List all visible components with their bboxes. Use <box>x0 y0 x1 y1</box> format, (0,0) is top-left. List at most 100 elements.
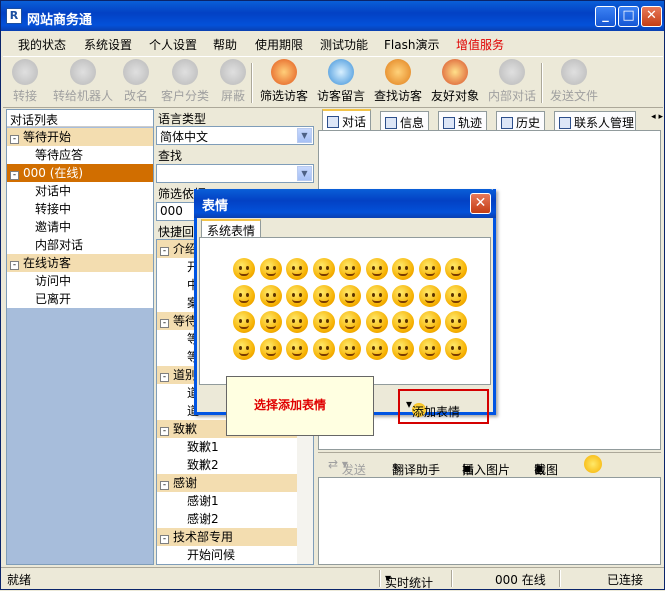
emoticon-icon[interactable] <box>365 337 388 360</box>
quick-reply-item[interactable]: 致歉1 <box>157 438 297 456</box>
collapse-icon[interactable]: - <box>160 247 169 256</box>
quick-reply-item[interactable]: 开始问候 <box>157 546 297 564</box>
tree-item[interactable]: 转接中 <box>7 200 153 218</box>
emoticon-icon[interactable] <box>392 284 414 307</box>
emoticon-icon[interactable] <box>312 337 335 360</box>
collapse-icon[interactable]: - <box>10 135 19 144</box>
menu-personal-settings[interactable]: 个人设置 <box>149 36 197 53</box>
tree-group[interactable]: - 在线访客 <box>7 254 153 272</box>
tab-info[interactable]: 信息 <box>380 111 430 130</box>
emoticon-icon[interactable] <box>233 311 255 333</box>
emoticon-icon[interactable] <box>392 337 414 360</box>
emoticon-icon[interactable] <box>286 311 308 333</box>
emoticon-icon[interactable] <box>392 258 414 280</box>
tree-item[interactable]: 邀请中 <box>7 218 153 236</box>
emoticon-icon[interactable] <box>312 284 335 307</box>
quick-reply-item[interactable]: 致歉2 <box>157 456 297 474</box>
collapse-icon[interactable]: - <box>160 319 169 328</box>
tree-group[interactable]: - 等待开始 <box>7 128 153 146</box>
emoticon-icon[interactable] <box>445 311 467 333</box>
emoticon-icon[interactable] <box>259 311 282 333</box>
emoticon-icon[interactable] <box>445 284 467 307</box>
emoticon-icon[interactable] <box>418 284 441 307</box>
quick-reply-group[interactable]: - 感谢 <box>157 474 297 492</box>
emoticon-icon[interactable] <box>259 284 282 307</box>
close-button[interactable]: ✕ <box>641 6 662 27</box>
dialog-close-button[interactable]: ✕ <box>470 193 491 214</box>
tree-item[interactable]: 等待应答 <box>7 146 153 164</box>
emoticon-icon[interactable] <box>312 311 335 333</box>
rename-button[interactable]: 改名 <box>111 59 161 104</box>
emoticon-dialog-titlebar[interactable]: 表情 <box>194 189 496 218</box>
collapse-icon[interactable]: - <box>10 261 19 270</box>
internal-chat-button[interactable]: 内部对话 <box>482 59 542 104</box>
find-select[interactable]: ▼ <box>156 164 314 183</box>
emoticon-icon[interactable] <box>418 311 441 333</box>
emoticon-icon[interactable] <box>445 337 467 360</box>
emoticon-icon[interactable] <box>365 311 388 333</box>
emoticon-icon[interactable] <box>286 337 308 360</box>
quick-reply-item[interactable]: 感谢2 <box>157 510 297 528</box>
filter-visitor-button[interactable]: 筛选访客 <box>254 59 314 104</box>
tree-item[interactable]: 对话中 <box>7 182 153 200</box>
emoticon-icon[interactable] <box>233 258 255 280</box>
quick-reply-item[interactable]: 感谢1 <box>157 492 297 510</box>
send-button[interactable]: ⇄ 发送 ▾ <box>328 457 366 477</box>
collapse-icon[interactable]: - <box>160 427 169 436</box>
message-input[interactable] <box>318 477 661 565</box>
to-robot-button[interactable]: 转给机器人 <box>48 59 118 104</box>
tree-item[interactable]: 内部对话 <box>7 236 153 254</box>
emoticon-icon[interactable] <box>233 337 255 360</box>
visitor-message-button[interactable]: 访客留言 <box>311 59 371 104</box>
minimize-button[interactable]: _ <box>595 6 616 27</box>
emoticon-icon[interactable] <box>445 258 467 280</box>
menu-system-settings[interactable]: 系统设置 <box>84 36 132 53</box>
emoticon-icon[interactable] <box>418 258 441 280</box>
collapse-icon[interactable]: - <box>10 171 19 180</box>
tab-contacts[interactable]: 联系人管理 <box>554 111 636 130</box>
emoticon-icon[interactable] <box>392 311 414 333</box>
tree-item[interactable]: 访问中 <box>7 272 153 290</box>
send-file-button[interactable]: 发送文件 <box>544 59 604 104</box>
emoticon-icon[interactable] <box>286 258 308 280</box>
classify-button[interactable]: 客户分类 <box>155 59 215 104</box>
tab-chat[interactable]: 对话 <box>322 109 372 131</box>
emoticon-icon[interactable] <box>339 284 361 307</box>
find-visitor-button[interactable]: 查找访客 <box>368 59 428 104</box>
tab-scroll-arrows[interactable]: ◂ ▸ <box>651 112 663 122</box>
add-emoticon-button[interactable]: 添加表情 ▾ <box>406 397 460 419</box>
menu-flash-demo[interactable]: Flash演示 <box>384 36 439 53</box>
tab-track[interactable]: 轨迹 <box>438 111 488 130</box>
tree-item[interactable]: 已离开 <box>7 290 153 308</box>
menu-test-features[interactable]: 测试功能 <box>320 36 368 53</box>
friendly-object-button[interactable]: 友好对象 <box>425 59 485 104</box>
maximize-button[interactable]: □ <box>618 6 639 27</box>
emoticon-icon[interactable] <box>233 284 255 307</box>
emoticon-icon[interactable] <box>365 284 388 307</box>
emoticon-icon[interactable] <box>286 284 308 307</box>
tab-history[interactable]: 历史 <box>496 111 546 130</box>
tree-group[interactable]: -000 (在线) <box>7 164 153 182</box>
language-select[interactable]: 简体中文 ▼ <box>156 126 314 145</box>
collapse-icon[interactable]: - <box>160 481 169 490</box>
menu-value-added[interactable]: 增值服务 <box>456 36 504 53</box>
collapse-icon[interactable]: - <box>160 535 169 544</box>
menu-my-status[interactable]: 我的状态 <box>18 36 66 53</box>
emoticon-icon[interactable] <box>259 337 282 360</box>
emoticon-icon[interactable] <box>418 337 441 360</box>
collapse-icon[interactable]: - <box>160 373 169 382</box>
tab-system-emoticons[interactable]: 系统表情 <box>201 219 262 238</box>
emoticon-icon[interactable] <box>365 258 388 280</box>
emoticon-icon[interactable] <box>339 337 361 360</box>
transfer-button[interactable]: 转接 <box>0 59 50 104</box>
menu-help[interactable]: 帮助 <box>213 36 237 53</box>
emoticon-icon[interactable] <box>312 258 335 280</box>
quick-reply-group[interactable]: - 技术部专用 <box>157 528 297 546</box>
title-bar[interactable]: R 网站商务通 _ □ ✕ <box>1 1 664 31</box>
realtime-stats-button[interactable]: 实时统计 ▾ <box>385 571 433 590</box>
emoticon-button[interactable] <box>584 455 602 473</box>
emoticon-icon[interactable] <box>259 258 282 280</box>
menu-usage-period[interactable]: 使用期限 <box>255 36 303 53</box>
emoticon-icon[interactable] <box>339 311 361 333</box>
emoticon-icon[interactable] <box>339 258 361 280</box>
